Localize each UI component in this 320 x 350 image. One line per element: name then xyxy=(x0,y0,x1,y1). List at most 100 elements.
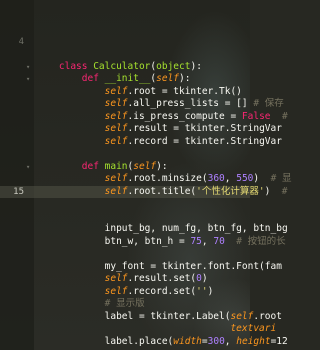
code-line[interactable] xyxy=(0,248,250,261)
code-line[interactable]: self.is_press_compute = False # xyxy=(0,111,288,124)
code-token: self xyxy=(36,123,128,134)
code-token: self xyxy=(36,85,128,97)
code-token: , xyxy=(224,335,237,347)
code-line[interactable]: label.place(width=300, height=12 xyxy=(0,335,288,349)
code-token: self xyxy=(36,285,128,297)
code-line[interactable] xyxy=(0,48,250,61)
code-token: width xyxy=(173,335,202,347)
code-text: self.record = tkinter.StringVar xyxy=(36,136,282,149)
code-token: 360 xyxy=(207,173,225,184)
code-token: input_bg, num_fg, btn_fg, btn_bg xyxy=(36,223,288,234)
line-number: 4 xyxy=(18,36,24,47)
line-number: 15 xyxy=(13,186,24,197)
code-line[interactable]: self.result = tkinter.StringVar xyxy=(0,123,282,136)
code-token: .record = tkinter.StringVar xyxy=(127,135,282,147)
code-token: .result.set( xyxy=(127,273,197,284)
code-token: .root xyxy=(253,310,282,322)
code-token: 300 xyxy=(207,335,225,347)
code-token: def xyxy=(36,73,105,84)
code-token: # 按钮的长 xyxy=(224,235,286,247)
code-line[interactable]: self.record.set('') xyxy=(0,286,250,299)
code-token: =12 xyxy=(270,335,288,347)
code-token: 70 xyxy=(213,235,225,247)
code-line[interactable]: label = tkinter.Label(self.root xyxy=(0,311,282,324)
code-text: textvari xyxy=(36,323,276,336)
code-line[interactable]: ▾ class Calculator(object): xyxy=(0,61,250,74)
code-line[interactable] xyxy=(0,198,250,211)
code-token: self xyxy=(156,73,180,84)
code-line[interactable] xyxy=(0,211,250,224)
code-text: my_font = tkinter.font.Font(fam xyxy=(36,261,282,274)
code-line[interactable]: self.record = tkinter.StringVar xyxy=(0,136,282,149)
code-text: self.root.title('个性化计算器') # xyxy=(36,186,288,199)
code-line[interactable] xyxy=(0,23,250,36)
fold-toggle-icon[interactable]: ▾ xyxy=(26,76,32,83)
code-text: label = tkinter.Label(self.root xyxy=(36,311,282,324)
code-text: self.result.set(0) xyxy=(36,273,208,286)
code-line[interactable]: self.result.set(0) xyxy=(0,273,250,286)
code-token: self xyxy=(36,173,128,184)
code-line[interactable]: ▾ def main(self): xyxy=(0,161,250,174)
code-token: # 显示版 xyxy=(36,298,145,309)
code-token: def xyxy=(36,160,105,172)
code-token: self xyxy=(133,160,157,172)
code-text: self.record.set('') xyxy=(36,285,214,299)
code-token: self xyxy=(36,273,128,284)
code-token: main xyxy=(104,160,128,172)
code-line[interactable]: self.all_press_lists = [] # 保存 xyxy=(0,98,284,111)
code-line[interactable] xyxy=(0,148,250,161)
code-line[interactable]: input_bg, num_fg, btn_fg, btn_bg xyxy=(0,223,288,236)
code-token: ): xyxy=(190,60,202,72)
code-token: self xyxy=(36,110,128,122)
code-token: '' xyxy=(196,285,208,297)
code-token: object xyxy=(156,60,191,72)
code-token: # xyxy=(281,185,288,197)
code-token: label = tkinter.Label( xyxy=(36,310,231,322)
code-token: .record.set( xyxy=(127,285,197,297)
code-text: self.root = tkinter.Tk() xyxy=(36,86,242,99)
code-token: ) xyxy=(264,185,282,197)
code-token: ): xyxy=(156,160,168,172)
fold-toggle-icon[interactable]: ▾ xyxy=(26,163,32,170)
code-text: btn_w, btn_h = 75, 70 # 按钮的长 xyxy=(36,236,286,249)
code-token: .all_press_lists = [] xyxy=(127,98,254,109)
code-line[interactable] xyxy=(0,11,250,24)
code-token: '个性化计算器' xyxy=(196,185,265,197)
code-token: .root = tkinter.Tk() xyxy=(127,85,242,97)
current-code-line[interactable]: 15 self.root.title('个性化计算器') # xyxy=(0,185,288,198)
code-text: input_bg, num_fg, btn_fg, btn_bg xyxy=(36,223,288,236)
code-text: self.all_press_lists = [] # 保存 xyxy=(36,98,284,111)
code-line[interactable]: textvari xyxy=(0,323,276,336)
code-token: .root.minsize( xyxy=(127,173,208,184)
code-token: self xyxy=(36,98,128,109)
code-line[interactable]: my_font = tkinter.font.Font(fam xyxy=(0,261,282,274)
code-line[interactable] xyxy=(0,0,250,11)
code-token: ) xyxy=(201,273,208,284)
code-token: # xyxy=(270,110,288,122)
code-token: height xyxy=(236,335,271,347)
code-token: , xyxy=(224,173,237,184)
code-token: self xyxy=(230,310,254,322)
code-text: def __init__(self): xyxy=(36,73,191,86)
code-text: self.result = tkinter.StringVar xyxy=(36,123,282,136)
code-line[interactable]: ▾ def __init__(self): xyxy=(0,73,250,86)
code-text: def main(self): xyxy=(36,161,168,174)
code-text: class Calculator(object): xyxy=(36,61,202,74)
code-line[interactable]: self.root.minsize(360, 550) # 显 xyxy=(0,173,292,186)
code-token: my_font = tkinter.font.Font(fam xyxy=(36,260,282,272)
code-line[interactable]: btn_w, btn_h = 75, 70 # 按钮的长 xyxy=(0,236,286,249)
code-token: textvari xyxy=(36,323,277,334)
code-token: , xyxy=(201,235,214,247)
code-token: ) xyxy=(253,173,271,184)
code-line[interactable]: 4 xyxy=(0,36,250,49)
code-text: self.is_press_compute = False # xyxy=(36,111,288,124)
code-token: class xyxy=(36,60,94,72)
code-token: # 保存 xyxy=(253,98,284,109)
code-text: self.root.minsize(360, 550) # 显 xyxy=(36,173,292,186)
code-line[interactable]: # 显示版 xyxy=(0,298,250,311)
code-token: label.place( xyxy=(36,335,174,347)
fold-toggle-icon[interactable]: ▾ xyxy=(26,63,32,70)
code-line[interactable]: self.root = tkinter.Tk() xyxy=(0,86,250,99)
code-token: False xyxy=(241,110,271,122)
code-token: ): xyxy=(179,73,191,84)
